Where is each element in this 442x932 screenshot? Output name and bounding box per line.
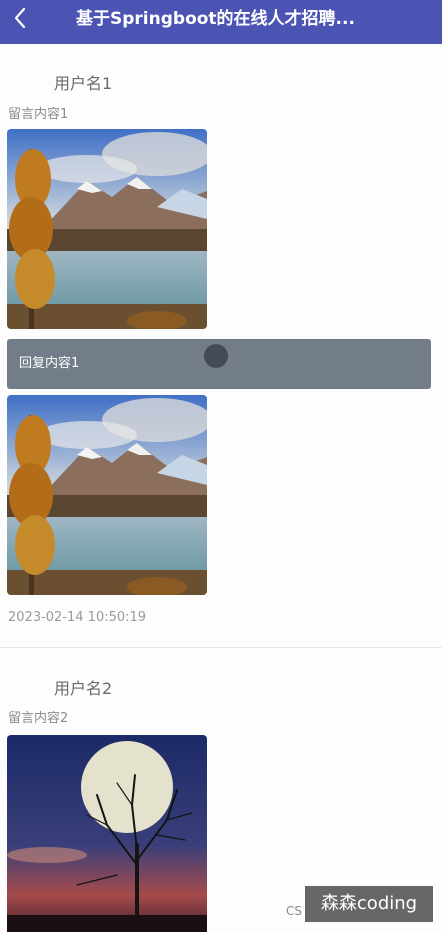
landscape-photo: [7, 395, 207, 595]
message-board-page: 基于Springboot的在线人才招聘... 用户名1 留言内容1 回复内容1 …: [0, 0, 442, 932]
reply-image[interactable]: [7, 395, 207, 595]
divider: [0, 647, 442, 648]
reply-box: 回复内容1: [7, 339, 431, 389]
chevron-left-icon: [12, 7, 28, 33]
reply-content: 回复内容1: [19, 356, 80, 371]
message-username: 用户名2: [54, 679, 113, 698]
touch-indicator: [204, 344, 228, 368]
author-watermark: 森森coding: [305, 886, 433, 922]
landscape-photo: [7, 129, 207, 329]
message-image[interactable]: [7, 735, 207, 932]
message-username: 用户名1: [54, 74, 113, 93]
moon-tree-photo: [7, 735, 207, 932]
message-content: 留言内容2: [8, 711, 69, 726]
message-timestamp: 2023-02-14 10:50:19: [8, 610, 147, 625]
page-title: 基于Springboot的在线人才招聘...: [76, 9, 355, 29]
message-image[interactable]: [7, 129, 207, 329]
top-app-bar: 基于Springboot的在线人才招聘...: [0, 0, 442, 44]
back-button[interactable]: [6, 6, 34, 34]
source-watermark-fragment: CS: [286, 904, 302, 918]
message-content: 留言内容1: [8, 107, 69, 122]
